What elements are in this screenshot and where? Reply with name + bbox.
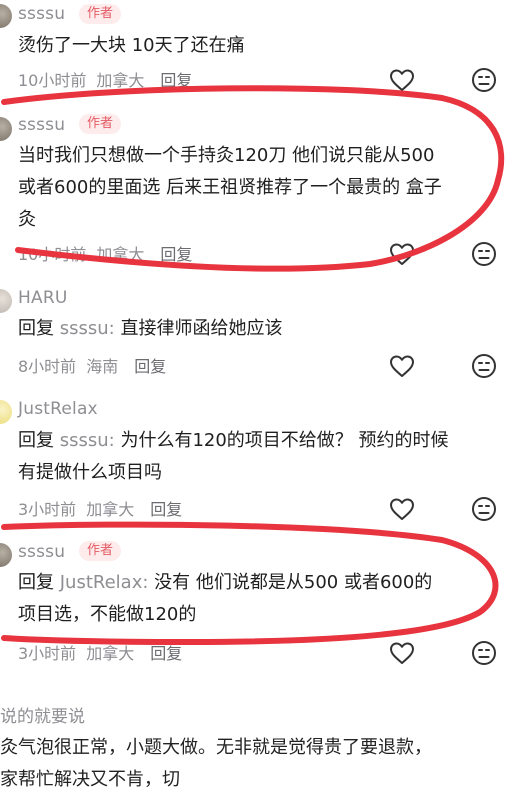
timestamp: 10小时前 bbox=[18, 245, 87, 264]
avatar[interactable] bbox=[0, 4, 12, 28]
comment-body: 直接律师函给她应该 bbox=[120, 318, 283, 339]
username[interactable]: ssssu bbox=[18, 542, 65, 562]
location: 海南 bbox=[86, 357, 119, 376]
comment-body: 没有 他们说都是从500 或者600的 bbox=[154, 572, 433, 593]
timestamp: 10小时前 bbox=[18, 71, 87, 90]
username[interactable]: ssssu bbox=[18, 4, 65, 24]
avatar[interactable] bbox=[0, 117, 12, 141]
reply-prefix: 回复 bbox=[18, 318, 54, 339]
heart-icon[interactable] bbox=[389, 68, 415, 92]
timestamp: 3小时前 bbox=[18, 500, 77, 519]
comment-body: 为什么有120的项目不给做？ 预约的时候 bbox=[120, 430, 449, 451]
comment-text: 烫伤了一大块 10天了还在痛 bbox=[18, 35, 245, 56]
heart-icon[interactable] bbox=[389, 354, 415, 378]
location: 加拿大 bbox=[86, 500, 135, 519]
comment-text: 回复 ssssu: 直接律师函给她应该 bbox=[18, 313, 496, 344]
avatar[interactable] bbox=[0, 543, 12, 567]
comment-text-line: 回复 JustRelax: 没有 他们说都是从500 或者600的 bbox=[18, 567, 496, 598]
reply-button[interactable]: 回复 bbox=[160, 245, 192, 264]
footer-username[interactable]: 说的就要说 bbox=[0, 702, 85, 727]
reply-target[interactable]: JustRelax: bbox=[60, 572, 149, 593]
comment-meta: 8小时前 海南 回复 bbox=[18, 353, 176, 377]
timestamp: 8小时前 bbox=[18, 357, 77, 376]
emoji-face-icon[interactable] bbox=[471, 67, 497, 93]
emoji-face-icon[interactable] bbox=[471, 496, 497, 522]
comment-text-line: 当时我们只想做一个手持灸120刀 他们说只能从500 bbox=[18, 145, 435, 166]
avatar[interactable] bbox=[0, 400, 12, 424]
footer-text-line: 家帮忙解决又不肯，切 bbox=[0, 769, 180, 790]
reply-prefix: 回复 bbox=[18, 572, 54, 593]
username[interactable]: HARU bbox=[18, 288, 67, 308]
emoji-face-icon[interactable] bbox=[471, 241, 497, 267]
heart-icon[interactable] bbox=[389, 641, 415, 665]
heart-icon[interactable] bbox=[389, 242, 415, 266]
author-badge: 作者 bbox=[79, 4, 122, 24]
comment-meta: 10小时前 加拿大 回复 bbox=[18, 67, 202, 91]
avatar[interactable] bbox=[0, 289, 12, 313]
reply-target[interactable]: ssssu: bbox=[60, 430, 115, 451]
comment-text-line: 或者600的里面选 后来王祖贤推荐了一个最贵的 盒子 bbox=[18, 177, 442, 198]
heart-icon[interactable] bbox=[389, 497, 415, 521]
comment-text-line: 回复 ssssu: 为什么有120的项目不给做？ 预约的时候 bbox=[18, 425, 496, 456]
location: 加拿大 bbox=[96, 71, 145, 90]
footer-text: 灸气泡很正常，小题大做。无非就是觉得贵了要退款， 家帮忙解决又不肯，切 bbox=[0, 732, 516, 796]
reply-button[interactable]: 回复 bbox=[150, 500, 182, 519]
reply-prefix: 回复 bbox=[18, 430, 54, 451]
reply-target[interactable]: ssssu: bbox=[60, 318, 115, 339]
footer-text-line: 灸气泡很正常，小题大做。无非就是觉得贵了要退款， bbox=[0, 737, 432, 758]
username[interactable]: JustRelax bbox=[18, 399, 98, 419]
author-badge: 作者 bbox=[79, 541, 122, 561]
author-badge: 作者 bbox=[79, 114, 122, 134]
reply-button[interactable]: 回复 bbox=[160, 71, 192, 90]
timestamp: 3小时前 bbox=[18, 644, 77, 663]
comment-text-line: 灸 bbox=[18, 209, 36, 230]
comment-meta: 3小时前 加拿大 回复 bbox=[18, 640, 192, 664]
comment-text-line: 项目选，不能做120的 bbox=[18, 604, 197, 625]
emoji-face-icon[interactable] bbox=[471, 353, 497, 379]
username[interactable]: ssssu bbox=[18, 115, 65, 135]
emoji-face-icon[interactable] bbox=[471, 640, 497, 666]
comment-text-line: 有提做什么项目吗 bbox=[18, 462, 162, 483]
location: 加拿大 bbox=[96, 245, 145, 264]
comment-meta: 3小时前 加拿大 回复 bbox=[18, 496, 192, 520]
reply-button[interactable]: 回复 bbox=[150, 644, 182, 663]
location: 加拿大 bbox=[86, 644, 135, 663]
comment-meta: 10小时前 加拿大 回复 bbox=[18, 241, 202, 265]
reply-button[interactable]: 回复 bbox=[134, 357, 166, 376]
